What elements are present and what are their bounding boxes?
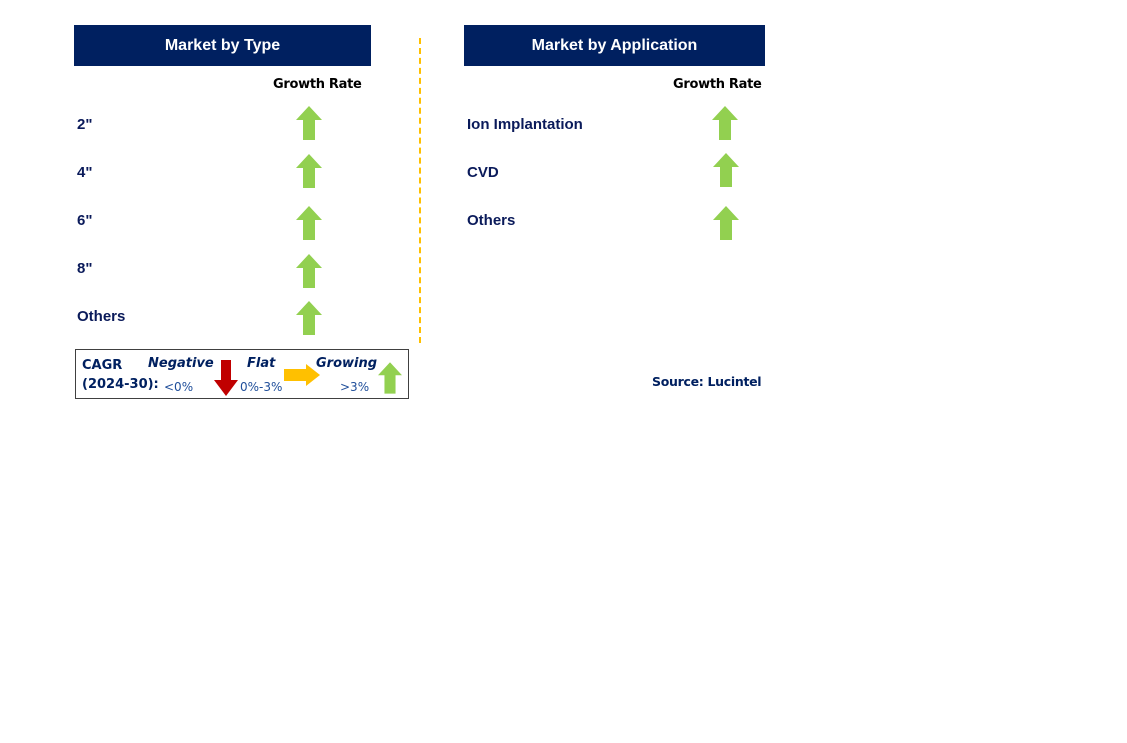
type-row-label: Others xyxy=(77,308,126,325)
growth-rate-header-right: Growth Rate xyxy=(673,77,762,92)
legend-flat-label: Flat xyxy=(247,356,276,371)
arrow-right-icon xyxy=(284,364,320,386)
growth-arrow-up-icon xyxy=(713,153,739,187)
growth-arrow-up-icon xyxy=(296,301,322,335)
market-by-application-header: Market by Application xyxy=(464,25,765,66)
legend-negative-label: Negative xyxy=(148,356,214,371)
market-by-type-header: Market by Type xyxy=(74,25,371,66)
growth-arrow-up-icon xyxy=(296,154,322,188)
type-row-label: 2" xyxy=(77,116,93,133)
legend-flat-range: 0%-3% xyxy=(240,380,283,394)
growth-arrow-up-icon xyxy=(712,106,738,140)
growth-arrow-up-icon xyxy=(296,106,322,140)
market-by-application-title: Market by Application xyxy=(531,36,698,54)
application-row-label: CVD xyxy=(467,164,499,181)
legend-growing-range: >3% xyxy=(340,380,370,394)
growth-arrow-up-icon xyxy=(296,254,322,288)
market-by-type-title: Market by Type xyxy=(164,36,281,54)
arrow-down-icon xyxy=(214,360,238,396)
panel-divider xyxy=(419,38,421,343)
cagr-legend: CAGR (2024-30): Negative <0% Flat 0%-3% … xyxy=(75,349,409,399)
legend-negative-range: <0% xyxy=(164,380,194,394)
growth-arrow-up-icon xyxy=(296,206,322,240)
source-label: Source: Lucintel xyxy=(652,374,762,389)
growth-arrow-up-icon xyxy=(713,206,739,240)
application-row-label: Ion Implantation xyxy=(467,116,583,133)
arrow-up-icon xyxy=(378,362,402,394)
legend-cagr-label: CAGR xyxy=(82,358,123,373)
type-row-label: 4" xyxy=(77,164,93,181)
legend-period-label: (2024-30): xyxy=(82,377,159,392)
application-row-label: Others xyxy=(467,212,516,229)
type-row-label: 6" xyxy=(77,212,93,229)
legend-growing-label: Growing xyxy=(316,356,378,371)
type-row-label: 8" xyxy=(77,260,93,277)
growth-rate-header-left: Growth Rate xyxy=(273,77,362,92)
